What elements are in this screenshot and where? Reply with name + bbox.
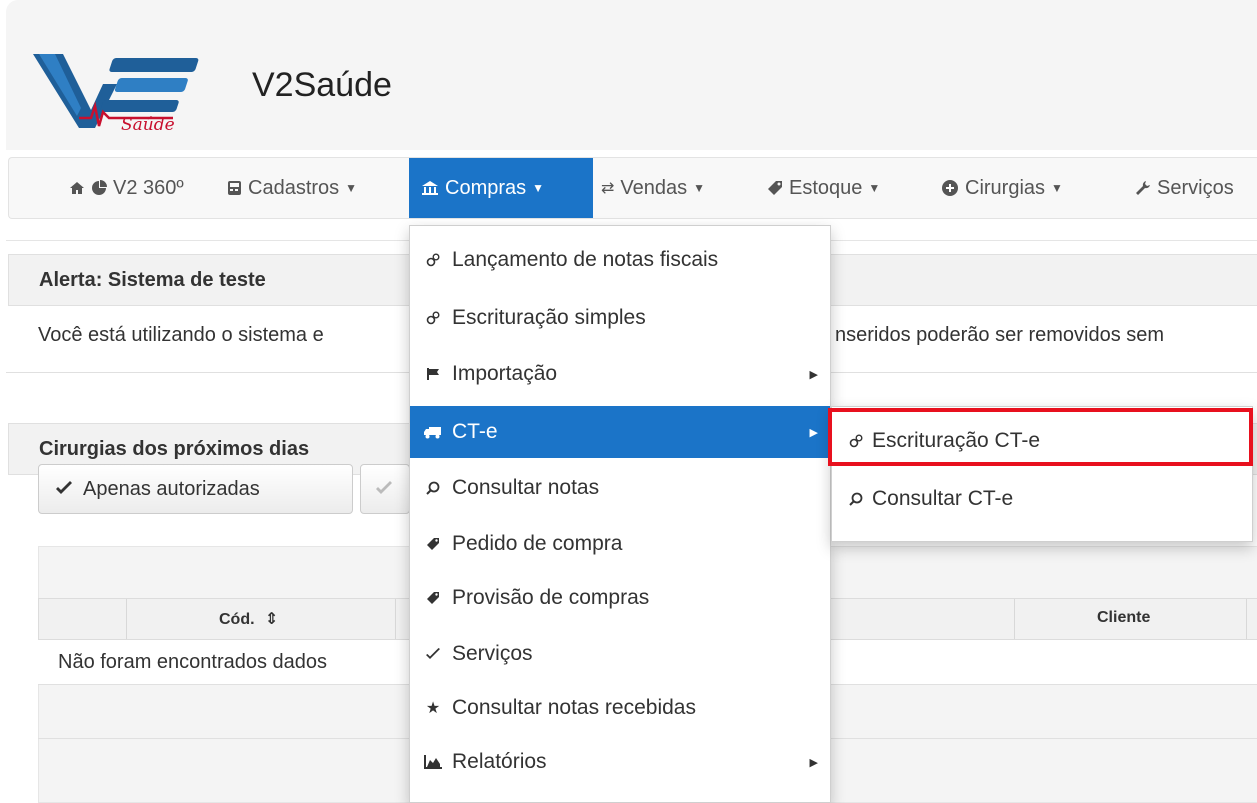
main-navbar: V2 360º Cadastros ▼ Compras ▼ ⇄ Vendas ▼… xyxy=(8,157,1257,219)
wrench-icon xyxy=(1135,180,1151,196)
stats-icon xyxy=(420,755,446,769)
check-icon xyxy=(375,478,393,501)
caret-down-icon: ▼ xyxy=(532,181,545,195)
tag-icon xyxy=(420,591,446,605)
star-icon: ★ xyxy=(425,700,441,717)
menu-item-importacao[interactable]: Importação ▶ xyxy=(410,348,830,400)
filter-button-2[interactable] xyxy=(360,464,410,514)
caret-down-icon: ▼ xyxy=(1051,181,1063,195)
caret-right-icon: ▶ xyxy=(809,426,818,439)
caret-down-icon: ▼ xyxy=(345,181,358,195)
menu-item-pedido-compra[interactable]: Pedido de compra xyxy=(410,518,830,570)
menu-item-escrituracao-simples[interactable]: Escrituração simples xyxy=(410,292,830,344)
menu-item-lancamento-notas[interactable]: Lançamento de notas fiscais xyxy=(410,234,830,286)
column-divider xyxy=(395,599,396,639)
menu-item-servicos[interactable]: Serviços xyxy=(410,628,830,680)
cogs-icon xyxy=(420,253,446,267)
truck-icon xyxy=(420,425,446,439)
menu-item-provisao-compras[interactable]: Provisão de compras xyxy=(410,572,830,624)
nav-vendas[interactable]: ⇄ Vendas ▼ xyxy=(601,158,705,218)
tag-icon xyxy=(420,537,446,551)
empty-message: Não foram encontrados dados xyxy=(58,651,328,673)
nav-servicos-label: Serviços xyxy=(1157,176,1234,199)
search-icon xyxy=(420,481,446,495)
compras-dropdown-menu: Lançamento de notas fiscais Escrituração… xyxy=(409,225,831,803)
svg-text:Saúde: Saúde xyxy=(121,115,175,132)
tag-icon xyxy=(767,180,783,196)
search-icon xyxy=(846,492,866,506)
menu-item-cte[interactable]: CT-e ▶ xyxy=(410,406,830,458)
flag-icon xyxy=(420,367,446,381)
nav-cirurgias-label: Cirurgias xyxy=(965,176,1046,199)
v2-logo[interactable]: Saúde xyxy=(33,40,218,132)
column-divider xyxy=(126,599,127,639)
caret-right-icon: ▶ xyxy=(809,756,818,769)
nav-estoque-label: Estoque xyxy=(789,176,863,199)
alert-title: Alerta: Sistema de teste xyxy=(39,268,266,291)
caret-down-icon: ▼ xyxy=(868,181,881,195)
menu-item-relatorios[interactable]: Relatórios ▶ xyxy=(410,736,830,788)
calculator-icon xyxy=(227,180,242,196)
bank-icon xyxy=(421,180,439,196)
authorized-only-button[interactable]: Apenas autorizadas xyxy=(38,464,353,514)
check-icon xyxy=(55,478,73,501)
check-icon xyxy=(420,648,446,660)
menu-item-consultar-notas[interactable]: Consultar notas xyxy=(410,462,830,514)
menu-item-escrituracao-cte[interactable]: Escrituração CT-e xyxy=(832,415,1252,467)
cogs-icon xyxy=(420,311,446,325)
menu-item-consultar-notas-recebidas[interactable]: ★ Consultar notas recebidas xyxy=(410,682,830,734)
nav-cadastros-label: Cadastros xyxy=(248,176,340,199)
cogs-icon xyxy=(846,434,866,448)
authorized-only-label: Apenas autorizadas xyxy=(83,477,260,500)
transfer-icon: ⇄ xyxy=(601,180,615,197)
home-icon xyxy=(69,180,85,196)
nav-cirurgias[interactable]: Cirurgias ▼ xyxy=(941,158,1063,218)
column-divider xyxy=(1014,599,1015,639)
nav-estoque[interactable]: Estoque ▼ xyxy=(767,158,880,218)
alert-text: Você está utilizando o sistema e xyxy=(38,324,324,346)
nav-cadastros[interactable]: Cadastros ▼ xyxy=(227,158,357,218)
nav-vendas-label: Vendas xyxy=(620,176,688,199)
plus-circle-icon xyxy=(941,179,959,197)
surgeries-title: Cirurgias dos próximos dias xyxy=(39,437,310,460)
nav-home[interactable] xyxy=(69,158,91,218)
nav-compras[interactable]: Compras ▼ xyxy=(409,158,593,218)
app-header: Saúde V2Saúde xyxy=(6,0,1257,150)
nav-v2-360[interactable]: V2 360º xyxy=(91,158,184,218)
cte-submenu: Escrituração CT-e Consultar CT-e xyxy=(831,406,1253,542)
caret-down-icon: ▼ xyxy=(693,181,706,195)
nav-compras-label: Compras xyxy=(445,176,527,199)
column-header-code[interactable]: Cód. ⇕ xyxy=(219,609,278,629)
column-header-client[interactable]: Cliente xyxy=(1097,609,1150,627)
sort-icon: ⇕ xyxy=(265,611,279,628)
column-divider xyxy=(1246,599,1247,639)
alert-text-cont: nseridos poderão ser removidos sem xyxy=(835,324,1165,346)
nav-servicos[interactable]: Serviços xyxy=(1135,158,1234,218)
app-title: V2Saúde xyxy=(252,66,392,104)
menu-item-consultar-cte[interactable]: Consultar CT-e xyxy=(832,473,1252,525)
pie-chart-icon xyxy=(91,180,107,196)
caret-right-icon: ▶ xyxy=(809,368,818,381)
nav-v2-360-label: V2 360º xyxy=(113,176,184,199)
